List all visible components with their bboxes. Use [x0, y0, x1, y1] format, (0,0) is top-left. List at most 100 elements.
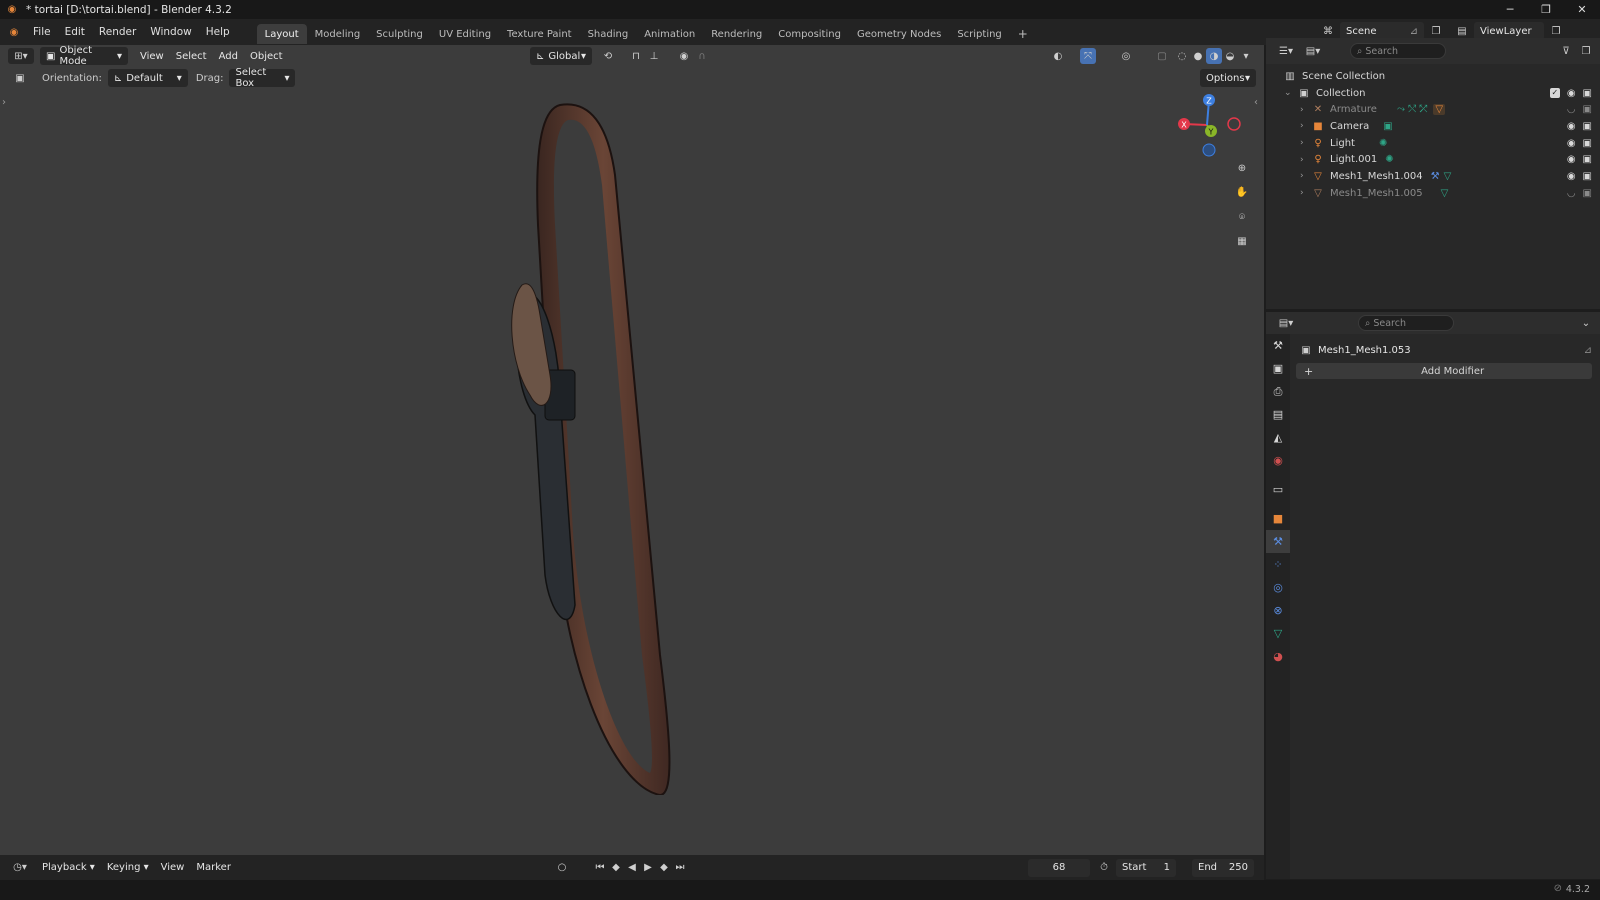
modifier-tab-icon[interactable]: ⚒: [1266, 530, 1290, 553]
tab-rendering[interactable]: Rendering: [703, 24, 770, 44]
outliner-item-mesh1-mesh1-004[interactable]: › ▽ Mesh1_Mesh1.004 ⚒ ▽ ◉ ▣: [1266, 168, 1600, 185]
checkbox-icon[interactable]: ✓: [1549, 87, 1560, 98]
outliner-item-armature[interactable]: › ✕ Armature ⤳ ⤲ ⤱ ▽ ◡ ▣: [1266, 101, 1600, 118]
expand-arrow-icon[interactable]: ›: [1300, 171, 1304, 181]
options-dropdown[interactable]: Options ▾: [1200, 69, 1256, 87]
outliner-item-mesh1-mesh1-005[interactable]: › ▽ Mesh1_Mesh1.005 ▽ ◡ ▣: [1266, 185, 1600, 202]
jump-keyframe-forward-icon[interactable]: ◆: [656, 860, 672, 876]
expand-arrow-icon[interactable]: ⌄: [1284, 88, 1292, 98]
play-reverse-icon[interactable]: ◀: [624, 860, 640, 876]
pan-hand-icon[interactable]: ✋: [1230, 180, 1254, 204]
eye-icon[interactable]: ◉: [1567, 171, 1576, 182]
visibility-icon[interactable]: ◐: [1050, 48, 1066, 64]
tab-scripting[interactable]: Scripting: [949, 24, 1009, 44]
outliner-item-light[interactable]: › ♀ Light ✺ ◉ ▣: [1266, 135, 1600, 152]
xray-icon[interactable]: ▢: [1154, 48, 1170, 64]
transform-orientation-selector[interactable]: ⊾ Global ▾: [530, 47, 592, 65]
solid-shading-icon[interactable]: ●: [1190, 48, 1206, 64]
timeline-editor-type-icon[interactable]: ◷▾: [8, 860, 32, 876]
expand-arrow-icon[interactable]: ›: [1300, 138, 1304, 148]
output-tab-icon[interactable]: ⎙: [1266, 380, 1290, 403]
menu-add[interactable]: Add: [213, 47, 244, 65]
mode-selector[interactable]: ▣ Object Mode ▾: [40, 45, 128, 67]
chevron-down-icon[interactable]: ⌄: [1578, 315, 1594, 331]
display-mode-icon[interactable]: ▤▾: [1302, 43, 1324, 59]
falloff-icon[interactable]: ∩: [694, 48, 710, 64]
drag-selector[interactable]: Select Box ▾: [229, 67, 296, 89]
blender-menu-icon[interactable]: ◉: [6, 24, 22, 40]
expand-arrow-icon[interactable]: ›: [1300, 105, 1304, 115]
navigation-gizmo[interactable]: X Y Z: [1172, 90, 1242, 160]
close-button[interactable]: ✕: [1564, 0, 1600, 19]
play-icon[interactable]: ▶: [640, 860, 656, 876]
tab-modeling[interactable]: Modeling: [307, 24, 369, 44]
view-layer-icon[interactable]: ▤: [1454, 23, 1470, 39]
tab-layout[interactable]: Layout: [256, 24, 307, 44]
auto-keying-icon[interactable]: ○: [554, 860, 570, 876]
camera-render-icon[interactable]: ▣: [1583, 104, 1592, 115]
material-shading-icon[interactable]: ◑: [1206, 48, 1222, 64]
camera-render-icon[interactable]: ▣: [1583, 138, 1592, 149]
view-layer-tab-icon[interactable]: ▤: [1266, 403, 1290, 426]
menu-object[interactable]: Object: [244, 47, 289, 65]
snap-target-icon[interactable]: ⊥: [646, 48, 662, 64]
collection-tab-icon[interactable]: ▭: [1266, 478, 1290, 501]
menu-window[interactable]: Window: [143, 22, 198, 42]
camera-render-icon[interactable]: ▣: [1583, 121, 1592, 132]
wireframe-shading-icon[interactable]: ◌: [1174, 48, 1190, 64]
gizmo-negative-x-axis[interactable]: [1227, 117, 1241, 131]
collection-row[interactable]: ⌄ ▣ Collection ✓ ◉ ▣: [1266, 85, 1600, 102]
jump-end-icon[interactable]: ⏭: [672, 860, 688, 876]
preview-range-icon[interactable]: ⏱: [1096, 860, 1112, 876]
menu-keying[interactable]: Keying ▾: [101, 859, 155, 877]
snap-icon[interactable]: ⊓: [628, 48, 644, 64]
new-collection-icon[interactable]: ❐: [1578, 43, 1594, 59]
particles-tab-icon[interactable]: ⁘: [1266, 553, 1290, 576]
jump-keyframe-back-icon[interactable]: ◆: [608, 860, 624, 876]
camera-view-icon[interactable]: ⌾: [1230, 205, 1254, 229]
eye-hidden-icon[interactable]: ◡: [1567, 104, 1576, 115]
menu-marker[interactable]: Marker: [190, 859, 237, 877]
eye-hidden-icon[interactable]: ◡: [1567, 188, 1576, 199]
tab-sculpting[interactable]: Sculpting: [368, 24, 431, 44]
maximize-button[interactable]: ❐: [1528, 0, 1564, 19]
eye-icon[interactable]: ◉: [1567, 154, 1576, 165]
pivot-icon[interactable]: ⟲: [600, 48, 616, 64]
sidebar-expand-icon[interactable]: ‹: [1254, 97, 1258, 108]
editor-type-icon[interactable]: ⊞▾: [8, 48, 34, 64]
outliner-editor-type-icon[interactable]: ☰▾: [1274, 43, 1298, 59]
expand-arrow-icon[interactable]: ›: [1300, 155, 1304, 165]
add-workspace-button[interactable]: +: [1010, 24, 1036, 44]
outliner-search-input[interactable]: ⌕ Search: [1350, 43, 1446, 59]
properties-editor-type-icon[interactable]: ▤▾: [1274, 315, 1298, 331]
eye-icon[interactable]: ◉: [1567, 121, 1576, 132]
camera-render-icon[interactable]: ▣: [1583, 171, 1592, 182]
menu-edit[interactable]: Edit: [58, 22, 92, 42]
outliner-item-light-001[interactable]: › ♀ Light.001 ✺ ◉ ▣: [1266, 151, 1600, 168]
menu-view[interactable]: View: [134, 47, 170, 65]
belt-3d-model[interactable]: [500, 95, 690, 795]
gizmo-negative-z-axis[interactable]: [1202, 143, 1216, 157]
data-tab-icon[interactable]: ▽: [1266, 622, 1290, 645]
minimize-button[interactable]: ─: [1492, 0, 1528, 19]
outliner-item-camera[interactable]: › ■ Camera ▣ ◉ ▣: [1266, 118, 1600, 135]
active-tool-icon[interactable]: ▣: [12, 70, 28, 86]
tab-geometry-nodes[interactable]: Geometry Nodes: [849, 24, 949, 44]
camera-render-icon[interactable]: ▣: [1583, 188, 1592, 199]
menu-help[interactable]: Help: [199, 22, 237, 42]
shading-options-icon[interactable]: ▾: [1238, 48, 1254, 64]
tab-texture-paint[interactable]: Texture Paint: [499, 24, 580, 44]
gizmo-toggle-icon[interactable]: ⤧: [1080, 48, 1096, 64]
menu-timeline-view[interactable]: View: [155, 859, 191, 877]
camera-render-icon[interactable]: ▣: [1583, 88, 1592, 99]
tool-tab-icon[interactable]: ⚒: [1266, 334, 1290, 357]
rendered-shading-icon[interactable]: ◒: [1222, 48, 1238, 64]
menu-select[interactable]: Select: [170, 47, 213, 65]
current-frame-field[interactable]: 68: [1028, 858, 1090, 877]
menu-playback[interactable]: Playback ▾: [36, 859, 101, 877]
filter-icon[interactable]: ⊽: [1558, 43, 1574, 59]
new-view-layer-icon[interactable]: ❐: [1548, 23, 1564, 39]
object-tab-icon[interactable]: ■: [1266, 507, 1290, 530]
orientation-selector[interactable]: ⊾ Default ▾: [107, 69, 188, 87]
jump-start-icon[interactable]: ⏮: [592, 860, 608, 876]
